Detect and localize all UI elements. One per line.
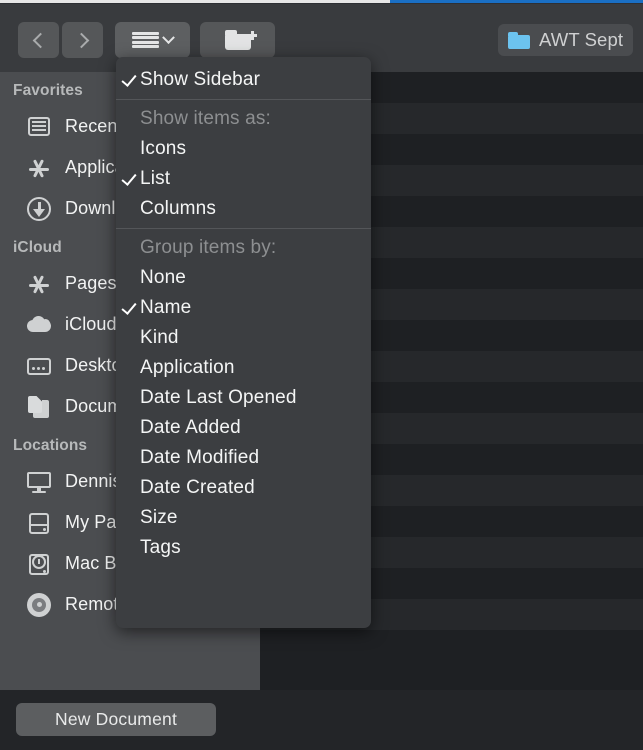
menu-section-show-items-as: Show items as: [116, 104, 371, 134]
menu-item-label: Columns [140, 198, 216, 220]
sidebar-item-label: Dennis [65, 471, 122, 492]
list-view-icon [132, 32, 159, 49]
menu-item-label: Application [140, 357, 235, 379]
view-options-dropdown-menu[interactable]: Show Sidebar Show items as: Icons List Col… [116, 57, 371, 628]
menu-section-group-items-by: Group items by: [116, 233, 371, 263]
new-folder-icon [225, 30, 251, 50]
menu-item-label: Name [140, 297, 191, 319]
menu-item-date-last-opened[interactable]: Date Last Opened [116, 383, 371, 413]
blue-folder-icon [508, 32, 530, 49]
menu-item-date-created[interactable]: Date Created [116, 473, 371, 503]
menu-section-label: Group items by: [140, 237, 276, 259]
progress-bar-accent [390, 0, 643, 3]
menu-item-kind[interactable]: Kind [116, 323, 371, 353]
forward-button[interactable] [62, 22, 103, 58]
time-machine-icon [26, 551, 52, 577]
menu-item-label: Date Created [140, 477, 255, 499]
menu-item-show-sidebar[interactable]: Show Sidebar [116, 65, 371, 95]
menu-item-columns[interactable]: Columns [116, 194, 371, 224]
cloud-icon [26, 312, 52, 338]
optical-disc-icon [26, 592, 52, 618]
menu-item-label: Show Sidebar [140, 69, 260, 91]
menu-item-application[interactable]: Application [116, 353, 371, 383]
menu-item-size[interactable]: Size [116, 503, 371, 533]
back-button[interactable] [18, 22, 59, 58]
menu-section-label: Show items as: [140, 108, 271, 130]
menu-item-label: List [140, 168, 170, 190]
bottom-bar: New Document [0, 690, 643, 750]
new-document-label: New Document [55, 709, 177, 730]
menu-item-label: Size [140, 507, 178, 529]
menu-item-list[interactable]: List [116, 164, 371, 194]
view-options-button[interactable] [115, 22, 190, 58]
new-document-button[interactable]: New Document [16, 703, 216, 736]
desktop-icon [26, 353, 52, 379]
recents-tray-icon [26, 114, 52, 140]
checkmark-icon [121, 71, 136, 87]
applications-icon [26, 155, 52, 181]
window-title[interactable]: AWT Sept [498, 24, 633, 56]
display-icon [26, 469, 52, 495]
menu-separator [116, 99, 371, 100]
chevron-left-icon [32, 32, 48, 48]
menu-item-icons[interactable]: Icons [116, 134, 371, 164]
menu-item-label: None [140, 267, 186, 289]
hard-drive-icon [26, 510, 52, 536]
checkmark-icon [121, 170, 136, 186]
menu-item-label: Kind [140, 327, 179, 349]
menu-item-none[interactable]: None [116, 263, 371, 293]
progress-bar-filled [0, 0, 390, 3]
menu-separator [116, 228, 371, 229]
window-title-text: AWT Sept [539, 29, 623, 51]
menu-item-label: Tags [140, 537, 181, 559]
menu-item-label: Date Added [140, 417, 241, 439]
checkmark-icon [121, 299, 136, 315]
menu-item-tags[interactable]: Tags [116, 533, 371, 563]
menu-item-label: Date Last Opened [140, 387, 297, 409]
chevron-down-icon [162, 31, 175, 44]
sidebar-item-label: Pages [65, 273, 117, 294]
documents-icon [26, 394, 52, 420]
menu-item-name[interactable]: Name [116, 293, 371, 323]
menu-item-date-added[interactable]: Date Added [116, 413, 371, 443]
applications-icon [26, 271, 52, 297]
menu-item-date-modified[interactable]: Date Modified [116, 443, 371, 473]
new-folder-button[interactable] [200, 22, 275, 58]
menu-item-label: Date Modified [140, 447, 259, 469]
chevron-right-icon [73, 32, 89, 48]
menu-item-label: Icons [140, 138, 186, 160]
file-row[interactable] [260, 630, 643, 661]
downloads-icon [26, 196, 52, 222]
